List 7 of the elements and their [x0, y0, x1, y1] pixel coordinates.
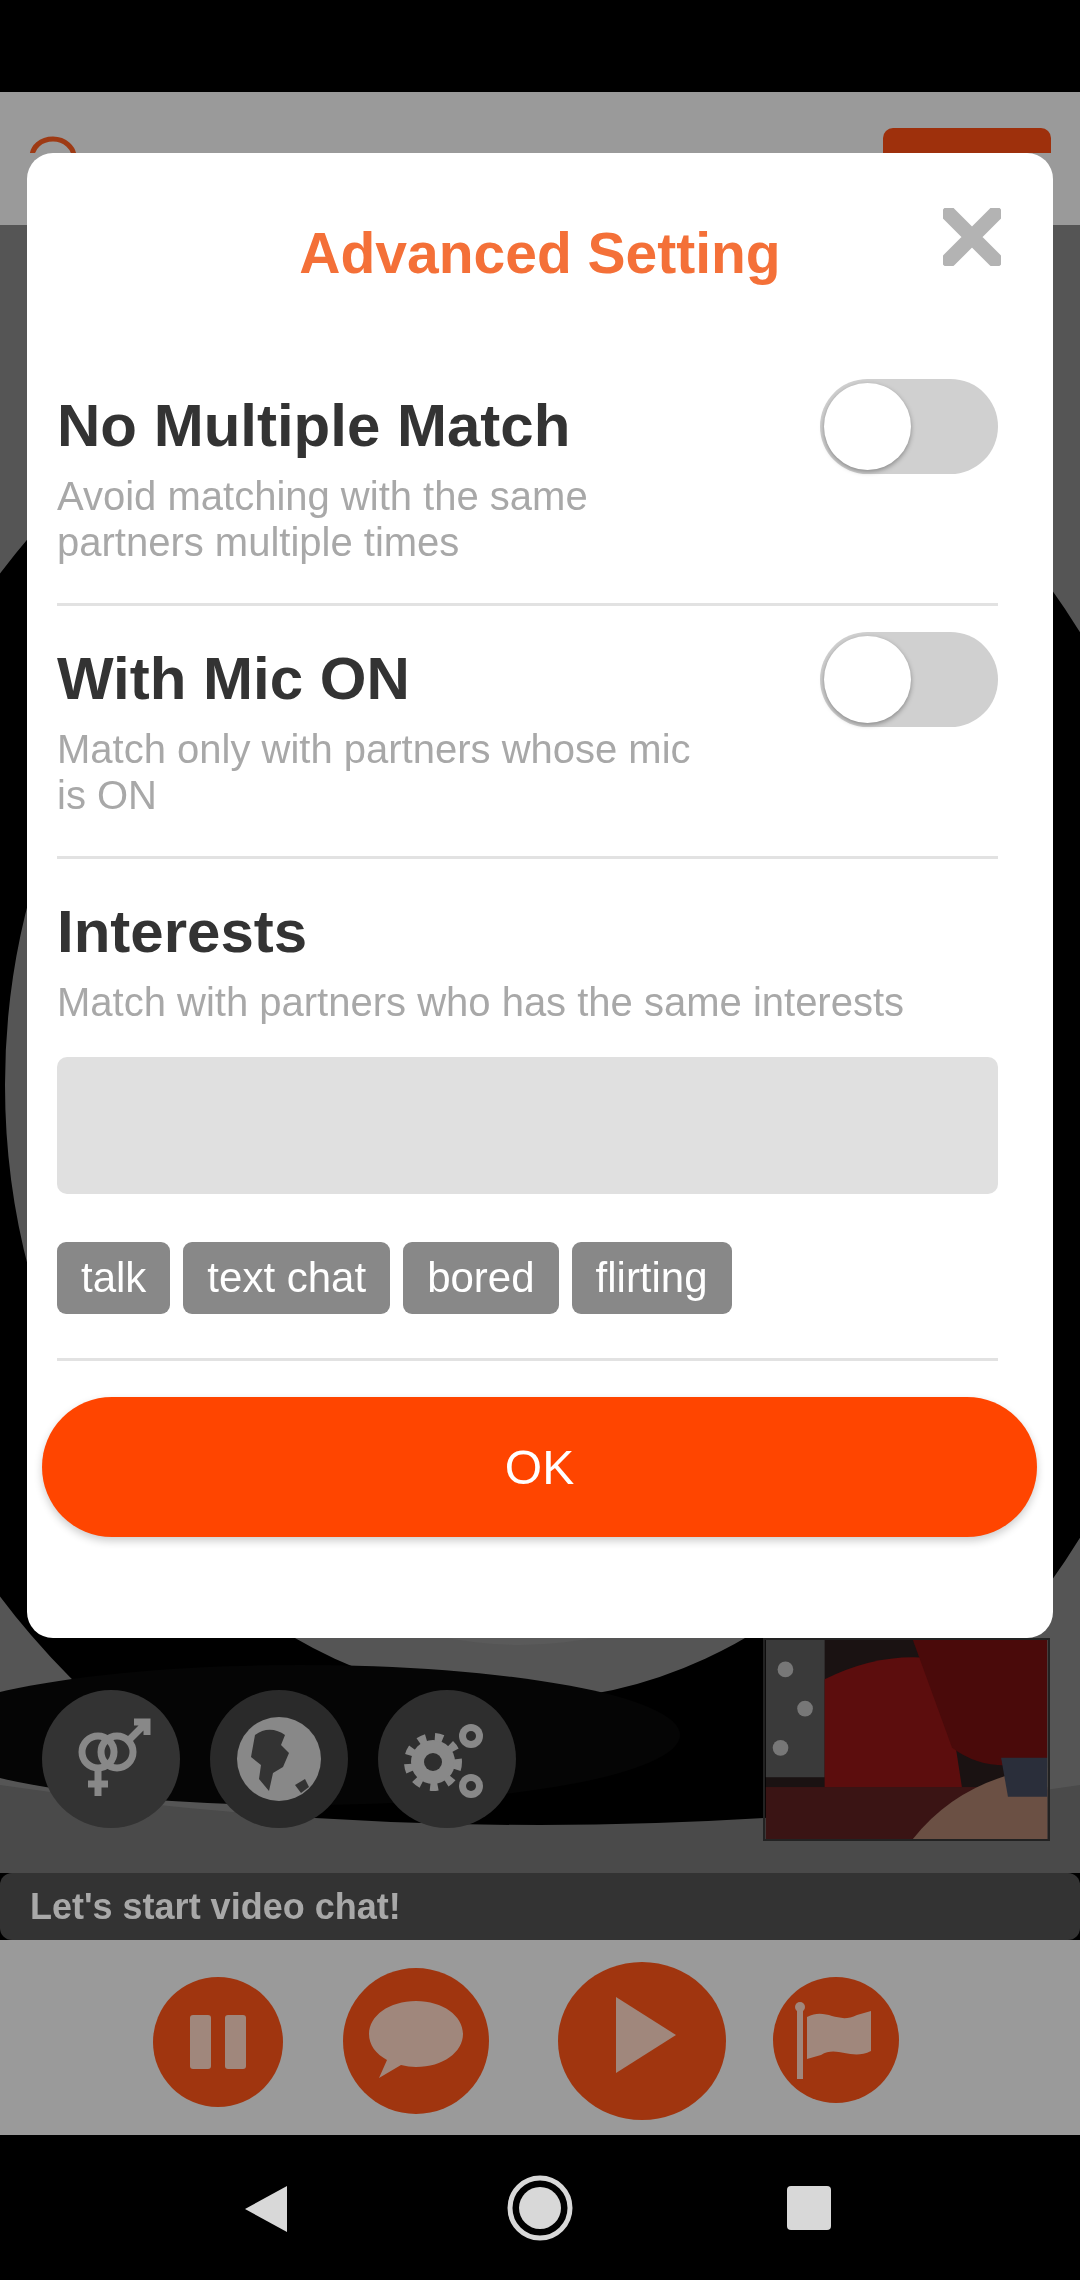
home-icon[interactable] — [506, 2174, 574, 2242]
speech-bubble-icon[interactable] — [343, 1968, 489, 2114]
pause-icon[interactable] — [153, 1977, 283, 2107]
back-icon[interactable] — [243, 2184, 289, 2234]
status-message: Let's start video chat! — [30, 1885, 401, 1928]
flag-icon[interactable] — [773, 1977, 899, 2103]
play-icon[interactable] — [558, 1962, 726, 2120]
